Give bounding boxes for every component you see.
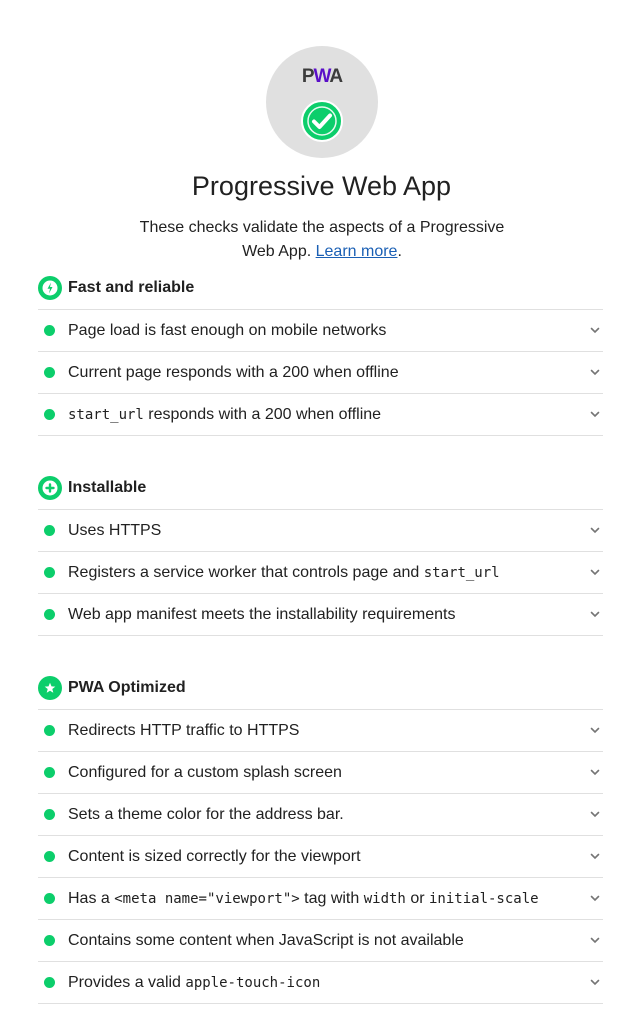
pass-indicator-icon <box>44 409 55 420</box>
group-title: Installable <box>68 479 147 496</box>
audit-row[interactable]: Content is sized correctly for the viewp… <box>38 836 603 878</box>
audit-title: Uses HTTPS <box>68 522 161 540</box>
chevron-down-icon[interactable] <box>589 850 601 862</box>
pass-indicator-icon <box>44 977 55 988</box>
pass-indicator-icon <box>44 809 55 820</box>
audit-row[interactable]: Redirects HTTP traffic to HTTPS <box>38 710 603 752</box>
audit-row[interactable]: Registers a service worker that controls… <box>38 552 603 594</box>
description-period: . <box>397 243 402 260</box>
learn-more-link[interactable]: Learn more <box>316 243 398 260</box>
group-title: PWA Optimized <box>68 679 186 696</box>
audit-title: Provides a valid apple-touch-icon <box>68 974 320 992</box>
audit-row[interactable]: Contains some content when JavaScript is… <box>38 920 603 962</box>
group-header: Fast and reliable <box>38 275 603 301</box>
star-icon <box>38 676 62 700</box>
audit-row[interactable]: Uses HTTPS <box>38 510 603 552</box>
code-snippet: start_url <box>423 564 500 581</box>
audit-row[interactable]: Current page responds with a 200 when of… <box>38 352 603 394</box>
chevron-down-icon[interactable] <box>589 566 601 578</box>
chevron-down-icon[interactable] <box>589 976 601 988</box>
chevron-down-icon[interactable] <box>589 408 601 420</box>
audit-row[interactable]: Has a <meta name="viewport"> tag with wi… <box>38 878 603 920</box>
group-header: Installable <box>38 475 603 501</box>
group-title: Fast and reliable <box>68 279 195 296</box>
chevron-down-icon[interactable] <box>589 324 601 336</box>
audit-title: Web app manifest meets the installabilit… <box>68 606 455 624</box>
pass-indicator-icon <box>44 609 55 620</box>
audit-row[interactable]: start_url responds with a 200 when offli… <box>38 394 603 436</box>
audit-title: Content is sized correctly for the viewp… <box>68 848 361 866</box>
chevron-down-icon[interactable] <box>589 724 601 736</box>
audit-title: Page load is fast enough on mobile netwo… <box>68 322 386 340</box>
group-header: PWA Optimized <box>38 675 603 701</box>
audit-group: Fast and reliable Page load is fast enoug… <box>38 275 603 436</box>
audit-text: Web app manifest meets the installabilit… <box>68 605 456 623</box>
page-title: Progressive Web App <box>191 171 452 201</box>
audit-list: Uses HTTPS Registers a service worker tha… <box>38 509 603 636</box>
audit-row[interactable]: Configured for a custom splash screen <box>38 752 603 794</box>
audit-title: Current page responds with a 200 when of… <box>68 364 399 382</box>
audit-text: or <box>405 889 429 907</box>
audit-text: Contains some content when JavaScript is… <box>68 931 464 949</box>
audit-list: Redirects HTTP traffic to HTTPS Configure… <box>38 709 603 1004</box>
audit-title: Contains some content when JavaScript is… <box>68 932 464 950</box>
audit-title: Configured for a custom splash screen <box>68 764 342 782</box>
audit-text: Sets a theme color for the address bar. <box>68 805 344 823</box>
audit-text: Provides a valid <box>68 973 186 991</box>
audit-title: Redirects HTTP traffic to HTTPS <box>68 722 299 740</box>
audit-text: Page load is fast enough on mobile netwo… <box>68 321 387 339</box>
pass-indicator-icon <box>44 567 55 578</box>
audit-title: start_url responds with a 200 when offli… <box>68 406 381 424</box>
pass-indicator-icon <box>44 851 55 862</box>
pass-indicator-icon <box>44 725 55 736</box>
plus-icon <box>38 476 62 500</box>
chevron-down-icon[interactable] <box>589 766 601 778</box>
code-snippet: <meta name="viewport"> <box>114 890 300 907</box>
audit-text: Current page responds with a 200 when of… <box>68 363 399 381</box>
lightning-icon <box>38 276 62 300</box>
audit-text: Configured for a custom splash screen <box>68 763 342 781</box>
audit-title: Has a <meta name="viewport"> tag with wi… <box>68 890 539 908</box>
pass-indicator-icon <box>44 325 55 336</box>
audit-group: PWA Optimized Redirects HTTP traffic to H… <box>38 675 603 1004</box>
pwa-logo: PWA <box>301 66 343 87</box>
check-badge-icon <box>301 100 343 142</box>
pwa-gauge[interactable]: PWA <box>266 46 378 158</box>
pass-indicator-icon <box>44 367 55 378</box>
audit-text: Has a <box>68 889 115 907</box>
audit-row[interactable]: Page load is fast enough on mobile netwo… <box>38 310 603 352</box>
chevron-down-icon[interactable] <box>589 524 601 536</box>
code-snippet: start_url <box>68 406 144 423</box>
chevron-down-icon[interactable] <box>589 892 601 904</box>
pass-indicator-icon <box>44 767 55 778</box>
audit-list: Page load is fast enough on mobile netwo… <box>38 309 603 436</box>
audit-text: Registers a service worker that controls… <box>68 563 424 581</box>
audit-group: Installable Uses HTTPS Registers a service… <box>38 475 603 636</box>
pass-indicator-icon <box>44 893 55 904</box>
category-description: These checks validate the aspects of a P… <box>130 216 514 264</box>
chevron-down-icon[interactable] <box>589 608 601 620</box>
audit-text: Uses HTTPS <box>68 521 162 539</box>
pass-indicator-icon <box>44 935 55 946</box>
code-snippet: initial-scale <box>429 890 539 907</box>
pass-indicator-icon <box>44 525 55 536</box>
audit-title: Sets a theme color for the address bar. <box>68 806 344 824</box>
audit-text: Redirects HTTP traffic to HTTPS <box>68 721 300 739</box>
audit-row[interactable]: Web app manifest meets the installabilit… <box>38 594 603 636</box>
audit-text: Content is sized correctly for the viewp… <box>68 847 361 865</box>
code-snippet: apple-touch-icon <box>185 974 321 991</box>
chevron-down-icon[interactable] <box>589 366 601 378</box>
audit-title: Registers a service worker that controls… <box>68 564 500 582</box>
audit-text: responds with a 200 when offline <box>143 405 382 423</box>
chevron-down-icon[interactable] <box>589 808 601 820</box>
audit-text: tag with <box>299 889 364 907</box>
code-snippet: width <box>363 890 406 907</box>
chevron-down-icon[interactable] <box>589 934 601 946</box>
audit-row[interactable]: Sets a theme color for the address bar. <box>38 794 603 836</box>
audit-row[interactable]: Provides a valid apple-touch-icon <box>38 962 603 1004</box>
